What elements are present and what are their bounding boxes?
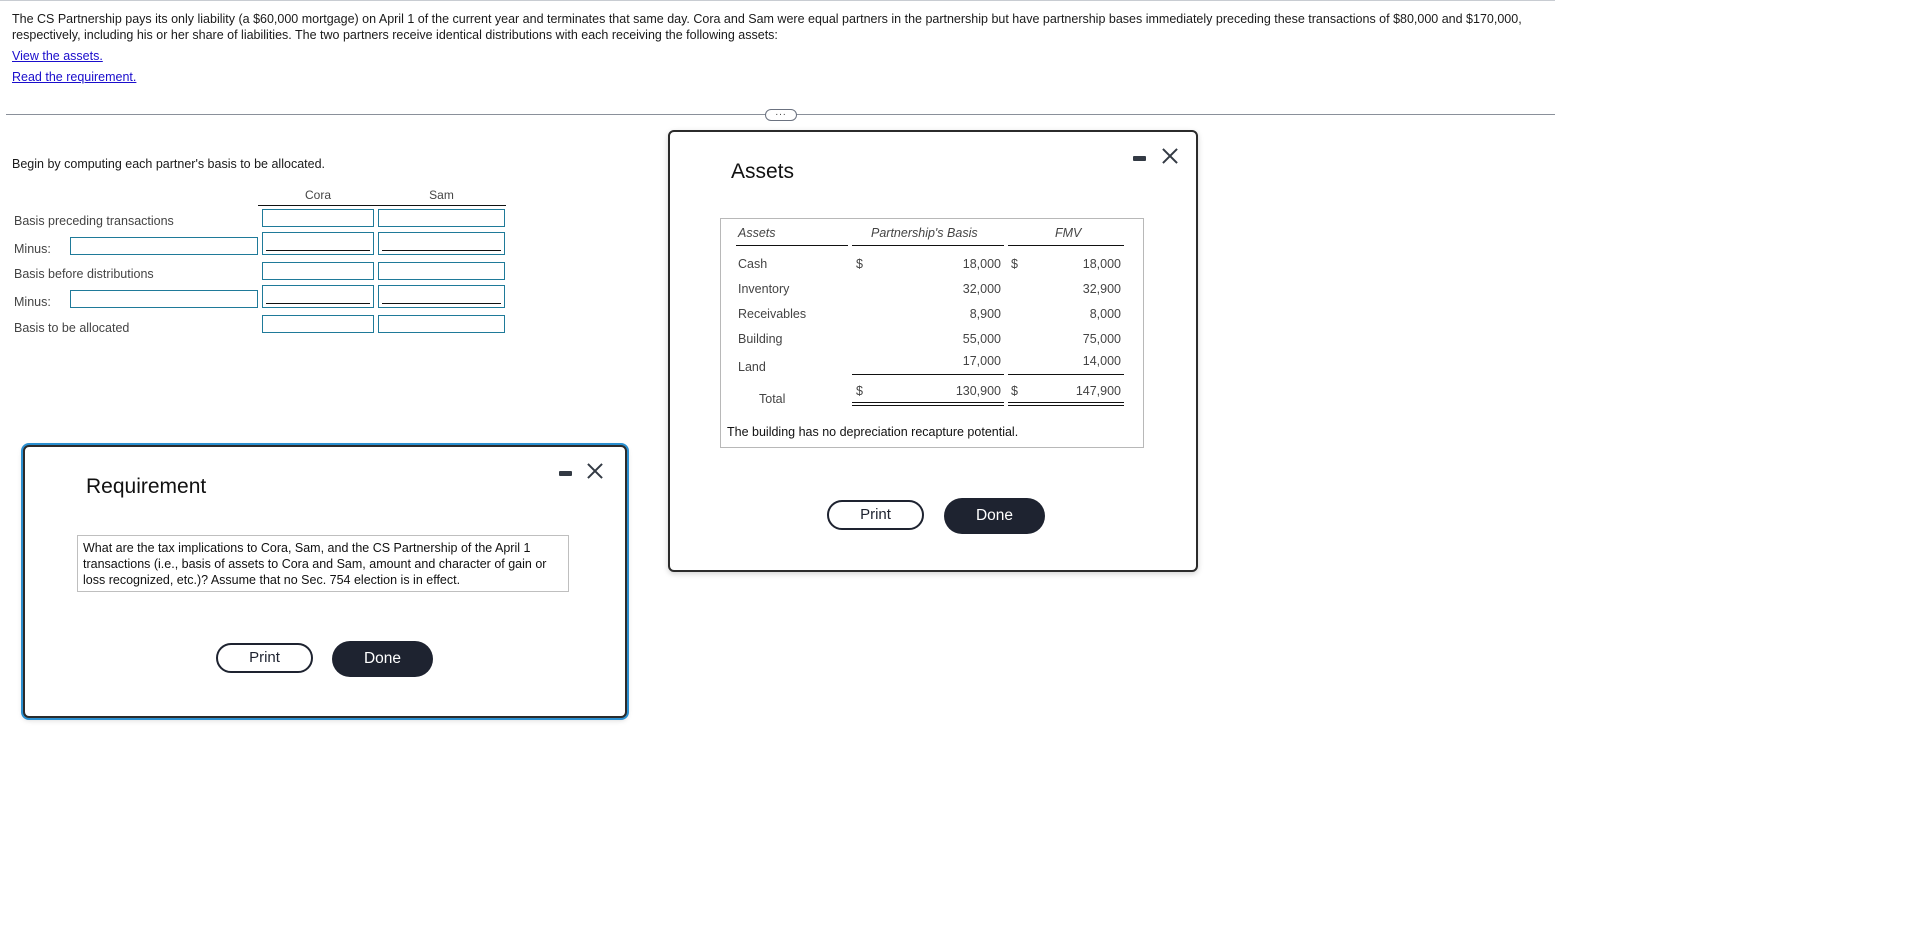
cora-basis-to-be-allocated-input[interactable] <box>262 315 374 333</box>
total-fmv-symbol: $ <box>1011 384 1018 398</box>
header-assets: Assets <box>738 226 776 240</box>
asset-name: Receivables <box>738 307 807 321</box>
asset-basis-value: 17,000 <box>962 354 1001 368</box>
asset-name: Cash <box>738 257 768 271</box>
assets-print-button[interactable]: Print <box>827 500 924 530</box>
header-rule <box>258 205 506 206</box>
total-double-rule-basis-2 <box>852 405 1004 406</box>
assets-table: Assets Partnership's Basis FMV Cash $18,0… <box>720 218 1144 448</box>
requirement-print-button[interactable]: Print <box>216 643 313 673</box>
worksheet-instruction: Begin by computing each partner's basis … <box>12 157 325 171</box>
cora-minus-2-input[interactable] <box>262 285 374 308</box>
row-label-minus-1: Minus: <box>14 242 51 256</box>
cora-basis-before-distributions-input[interactable] <box>262 262 374 280</box>
asset-fmv-value: 32,900 <box>1082 282 1121 296</box>
asset-name: Land <box>738 360 766 374</box>
total-basis-symbol: $ <box>856 384 863 398</box>
minus-1-description-input[interactable] <box>70 237 258 255</box>
total-double-rule-fmv-1 <box>1008 402 1124 403</box>
row-label-basis-to-be-allocated: Basis to be allocated <box>14 321 130 335</box>
assets-dialog: Assets Assets Partnership's Basis FMV Ca… <box>668 130 1198 572</box>
sam-basis-preceding-input[interactable] <box>378 209 505 227</box>
subtotal-rule-basis <box>852 374 1004 375</box>
minimize-icon[interactable] <box>1133 156 1146 161</box>
asset-fmv-symbol: $ <box>1011 257 1018 271</box>
assets-dialog-title: Assets <box>731 160 795 183</box>
minus-2-description-input[interactable] <box>70 290 258 308</box>
sam-minus-1-input[interactable] <box>378 232 505 255</box>
sam-basis-to-be-allocated-input[interactable] <box>378 315 505 333</box>
header-rule-assets <box>736 245 848 246</box>
assets-done-button[interactable]: Done <box>944 498 1045 534</box>
cora-basis-preceding-input[interactable] <box>262 209 374 227</box>
asset-basis-value: 55,000 <box>962 332 1001 346</box>
sam-minus-2-input[interactable] <box>378 285 505 308</box>
asset-fmv-value: 14,000 <box>1082 354 1121 368</box>
asset-basis-value: 8,900 <box>969 307 1001 321</box>
column-header-sam: Sam <box>429 188 454 202</box>
header-fmv: FMV <box>1055 226 1082 240</box>
header-partnership-basis: Partnership's Basis <box>871 226 978 240</box>
asset-basis-symbol: $ <box>856 257 863 271</box>
header-rule-fmv <box>1008 245 1124 246</box>
view-assets-link[interactable]: View the assets. <box>12 49 103 63</box>
total-basis-value: 130,900 <box>955 384 1001 398</box>
close-icon[interactable] <box>586 462 604 480</box>
subtotal-rule-fmv <box>1008 374 1124 375</box>
problem-statement: The CS Partnership pays its only liabili… <box>12 12 1522 42</box>
column-header-cora: Cora <box>304 188 331 202</box>
requirement-text: What are the tax implications to Cora, S… <box>77 535 569 592</box>
asset-basis-value: 18,000 <box>962 257 1001 271</box>
minimize-icon[interactable] <box>559 471 572 476</box>
requirement-done-button[interactable]: Done <box>332 641 433 677</box>
row-label-minus-2: Minus: <box>14 295 51 309</box>
total-label: Total <box>759 392 786 406</box>
row-label-basis-before-distributions: Basis before distributions <box>14 267 154 281</box>
cora-minus-1-input[interactable] <box>262 232 374 255</box>
asset-name: Building <box>738 332 783 346</box>
total-fmv-value: 147,900 <box>1075 384 1121 398</box>
asset-basis-value: 32,000 <box>962 282 1001 296</box>
close-icon[interactable] <box>1161 147 1179 165</box>
sam-basis-before-distributions-input[interactable] <box>378 262 505 280</box>
asset-fmv-value: 75,000 <box>1082 332 1121 346</box>
header-rule-basis <box>852 245 1004 246</box>
asset-fmv-value: 8,000 <box>1089 307 1121 321</box>
row-label-basis-preceding: Basis preceding transactions <box>14 214 174 228</box>
requirement-dialog-title: Requirement <box>86 475 207 498</box>
total-double-rule-basis-1 <box>852 402 1004 403</box>
asset-name: Inventory <box>738 282 790 296</box>
assets-note: The building has no depreciation recaptu… <box>727 425 1019 439</box>
total-double-rule-fmv-2 <box>1008 405 1124 406</box>
top-border <box>0 0 1555 1</box>
read-requirement-link[interactable]: Read the requirement. <box>12 70 136 84</box>
expand-handle[interactable]: ... <box>765 108 797 121</box>
requirement-dialog: Requirement What are the tax implication… <box>23 445 627 718</box>
asset-fmv-value: 18,000 <box>1082 257 1121 271</box>
